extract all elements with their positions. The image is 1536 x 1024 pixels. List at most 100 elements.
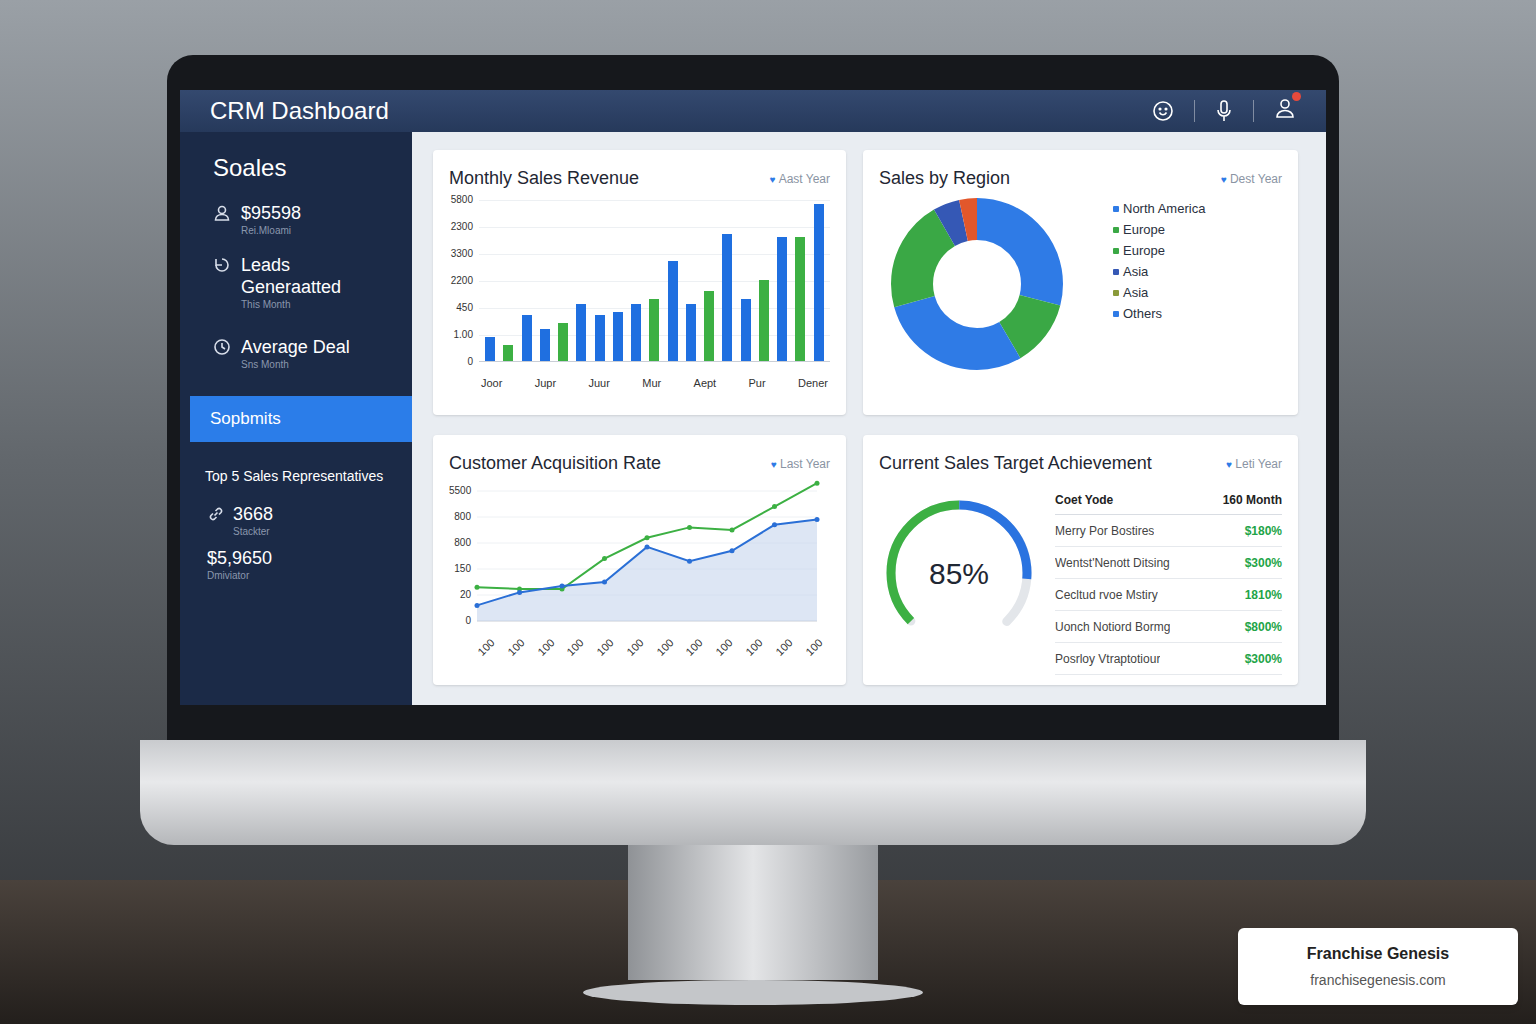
clock-icon-wrap (213, 338, 231, 356)
target-card: Current Sales Target Achievement ♥Leti Ye… (863, 435, 1298, 685)
bar[interactable] (704, 291, 714, 361)
row-value: $180% (1245, 522, 1282, 540)
dashboard-grid: Monthly Sales Revenue♥Aast Year580023003… (412, 132, 1326, 705)
microphone-icon-wrap[interactable] (1215, 99, 1233, 123)
data-point (560, 583, 565, 588)
x-tick: 100 (533, 635, 558, 660)
x-tick: 100 (682, 635, 707, 660)
row-name: Merry Por Bostires (1055, 522, 1154, 540)
watermark: Franchise Genesisfranchisegenesis.com (1238, 928, 1518, 1005)
monitor-base (583, 980, 923, 1005)
bar[interactable] (722, 234, 732, 361)
y-tick: 800 (449, 511, 471, 523)
bar[interactable] (649, 299, 659, 361)
y-tick: 0 (449, 615, 471, 627)
divider (1194, 100, 1195, 122)
bar[interactable] (485, 337, 495, 361)
legend-label: North America (1123, 200, 1205, 217)
row-name: Uonch Notiord Bormg (1055, 618, 1170, 636)
monitor: CRM Dashboard Soales $95598Rei.Mloami Leads… (140, 0, 1366, 1005)
stat-label: Sns Month (241, 358, 350, 372)
data-point (687, 525, 692, 530)
legend-toggle[interactable]: ♥Dest Year (1221, 170, 1282, 188)
bar[interactable] (522, 315, 532, 361)
sidebar-title: Soales (180, 150, 412, 186)
heart-icon: ♥ (771, 457, 777, 472)
stat-value: Average Deal (241, 336, 350, 358)
sales-rep[interactable]: $5,9650Dmiviator (180, 547, 412, 583)
clock-icon (213, 338, 231, 356)
card-title: Current Sales Target Achievement (879, 451, 1152, 475)
bar[interactable] (631, 304, 641, 361)
bar[interactable] (540, 329, 550, 361)
data-point (772, 522, 777, 527)
bar[interactable] (741, 299, 751, 361)
legend-label[interactable]: Leti Year (1235, 455, 1282, 473)
legend-swatch (1113, 290, 1119, 296)
user-menu[interactable] (1274, 97, 1296, 126)
sidebar-item[interactable]: Sopbmits (190, 396, 412, 442)
bar[interactable] (814, 204, 824, 361)
acquisition-card: Customer Acquisition Rate♥Last Year 5500 8… (433, 435, 846, 685)
legend-toggle[interactable]: ♥Aast Year (770, 170, 830, 188)
legend-label[interactable]: Aast Year (779, 170, 830, 188)
microphone-icon[interactable] (1215, 99, 1233, 123)
legend-label: Others (1123, 305, 1162, 322)
gauge-fill (879, 493, 1039, 653)
bar[interactable] (759, 280, 769, 361)
y-tick: 0 (449, 356, 473, 368)
sidebar-stat[interactable]: Average DealSns Month (180, 336, 412, 372)
row-name: Wentst'Nenott Ditsing (1055, 554, 1170, 572)
grid-line (477, 517, 817, 518)
legend-swatch (1113, 206, 1119, 212)
legend-label[interactable]: Dest Year (1230, 170, 1282, 188)
x-tick: 100 (742, 635, 767, 660)
bar[interactable] (613, 312, 623, 361)
y-tick: 5500 (449, 485, 471, 497)
card-header: Current Sales Target Achievement ♥Leti Ye… (879, 451, 1282, 475)
table-row: Uonch Notiord Bormg$800% (1055, 611, 1282, 643)
legend-toggle[interactable]: ♥Last Year (771, 455, 830, 473)
sidebar-item-label[interactable]: Sopbmits (210, 406, 281, 432)
bar[interactable] (686, 304, 696, 361)
legend-item: Europe (1113, 221, 1205, 238)
x-tick: 100 (653, 635, 678, 660)
legend-item: Asia (1113, 284, 1205, 301)
smiley-icon[interactable] (1152, 100, 1174, 122)
legend-label[interactable]: Last Year (780, 455, 830, 473)
sales-rep[interactable]: 3668Stackter (180, 503, 412, 539)
bar[interactable] (777, 237, 787, 361)
bar[interactable] (795, 237, 805, 361)
x-tick: Dener (798, 375, 828, 392)
card-header: Customer Acquisition Rate♥Last Year (449, 451, 830, 475)
data-point (517, 590, 522, 595)
y-tick: 450 (449, 302, 473, 314)
monitor-bezel: CRM Dashboard Soales $95598Rei.Mloami Leads… (167, 55, 1339, 740)
divider (1253, 100, 1254, 122)
app-title: CRM Dashboard (210, 99, 389, 123)
area-fill (477, 520, 817, 621)
revenue-card: Monthly Sales Revenue♥Aast Year580023003… (433, 150, 846, 415)
data-point (730, 548, 735, 553)
rep-text: $5,9650Dmiviator (207, 547, 272, 583)
sidebar-stat[interactable]: Leads GeneraattedThis Month (180, 254, 412, 312)
region-card: Sales by Region♥Dest YearNorth AmericaEu… (863, 150, 1298, 415)
data-point (687, 559, 692, 564)
donut-segment (912, 219, 1042, 349)
grid-line (479, 227, 830, 228)
legend-item: Europe (1113, 242, 1205, 259)
bar[interactable] (668, 261, 678, 361)
sidebar-stat[interactable]: $95598Rei.Mloami (180, 202, 412, 238)
rep-label: Stackter (233, 525, 273, 539)
x-tick: 100 (801, 635, 826, 660)
bar[interactable] (558, 323, 568, 361)
line-chart: 5500800800150200 (449, 491, 830, 627)
donut-segment (912, 219, 1042, 349)
bar[interactable] (503, 345, 513, 361)
legend-toggle[interactable]: ♥Leti Year (1226, 455, 1282, 473)
bar[interactable] (576, 304, 586, 361)
table-row: Cecltud rvoe Mstiry1810% (1055, 579, 1282, 611)
bar[interactable] (595, 315, 605, 361)
smiley-icon-wrap[interactable] (1152, 100, 1174, 122)
row-value: $300% (1245, 650, 1282, 668)
